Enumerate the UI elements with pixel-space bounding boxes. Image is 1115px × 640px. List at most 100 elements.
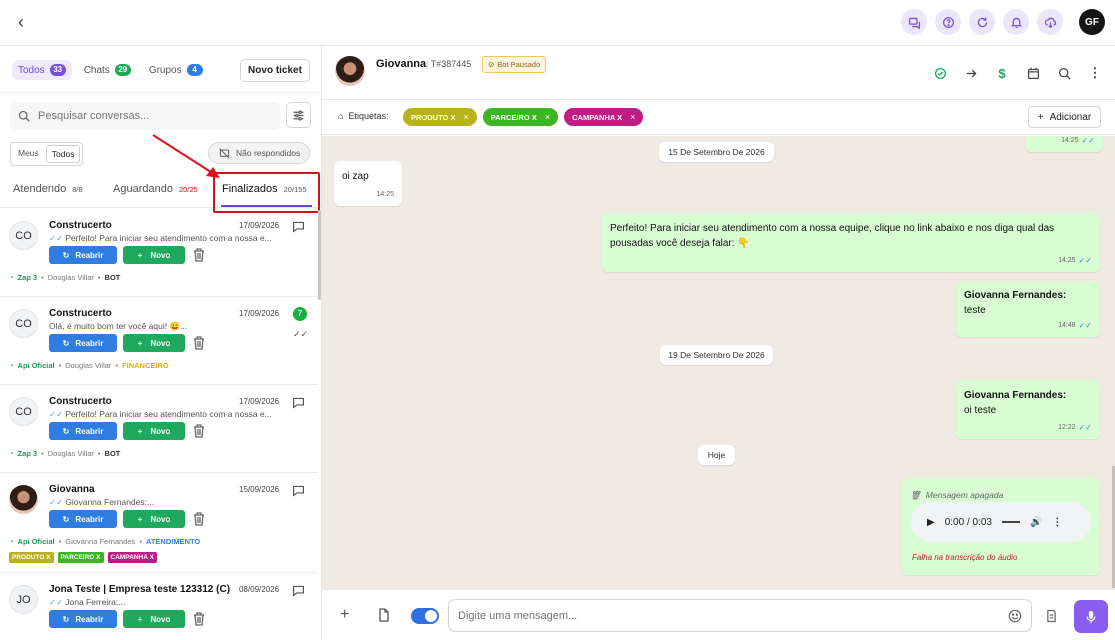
audio-progress[interactable] [1001, 521, 1020, 523]
contact-name[interactable]: Giovanna [376, 58, 426, 70]
filter-tab-chats[interactable]: Chats 29 [78, 60, 137, 80]
plus-icon[interactable]: + [340, 607, 349, 623]
list-item[interactable]: Giovanna 15/09/2026 ✓✓ Giovanna Fernandes… [0, 473, 318, 573]
signature-toggle[interactable] [411, 608, 439, 624]
refresh-icon[interactable] [969, 9, 995, 35]
new-button[interactable]: + Novo [123, 422, 185, 440]
tab-count: 20/25 [178, 184, 198, 194]
new-ticket-button[interactable]: Novo ticket [240, 59, 310, 82]
trash-icon[interactable] [193, 512, 205, 526]
seg-todos[interactable]: Todos [45, 145, 81, 163]
new-button[interactable]: + Novo [123, 610, 185, 628]
button-label: Reabrir [75, 250, 104, 260]
user-avatar[interactable]: GF [1079, 9, 1105, 35]
source-label: Zap 3 [17, 273, 38, 282]
whatsapp-icon: ◔ [9, 273, 14, 282]
dot: • [41, 273, 44, 282]
emoji-icon[interactable] [1008, 609, 1022, 623]
list-item[interactable]: JO Jona Teste | Empresa teste 123312 (C)… [0, 573, 318, 640]
bot-off-icon: ⊘ [488, 60, 495, 69]
play-icon[interactable]: ▶ [927, 515, 935, 530]
button-label: Reabrir [75, 426, 104, 436]
search-input[interactable] [38, 110, 268, 122]
tab-atendendo[interactable]: Atendendo 8/8 [13, 183, 83, 195]
labels-title: ⌂ Etiquetas: [338, 111, 388, 121]
reopen-button[interactable]: ↻ Reabrir [49, 422, 117, 440]
reopen-button[interactable]: ↻ Reabrir [49, 246, 117, 264]
check-circle-icon[interactable] [933, 66, 947, 80]
date-separator: Hoje [698, 445, 735, 465]
reopen-button[interactable]: ↻ Reabrir [49, 610, 117, 628]
calendar-icon[interactable] [1026, 66, 1040, 80]
bot-status-badge[interactable]: ⊘ Bot Pausado [482, 56, 547, 73]
item-date: 17/09/2026 [239, 397, 280, 406]
item-date: 17/09/2026 [239, 221, 280, 230]
more-vertical-icon[interactable]: ⋮ [1052, 515, 1062, 530]
list-item[interactable]: CO Construcerto 17/09/2026 7 ✓✓ Olá, é m… [0, 297, 318, 385]
chat-bubbles-icon[interactable] [901, 9, 927, 35]
reopen-button[interactable]: ↻ Reabrir [49, 334, 117, 352]
outgoing-message: Perfeito! Para iniciar seu atendimento c… [602, 213, 1100, 272]
list-scrollbar[interactable] [318, 210, 321, 300]
chat-bubble-icon[interactable] [292, 396, 305, 409]
filter-tab-todos[interactable]: Todos 33 [12, 60, 72, 80]
cloud-download-icon[interactable] [1037, 9, 1063, 35]
message-body: Giovanna Fernandes: teste [964, 288, 1066, 318]
time-text: 14:25 [1061, 137, 1079, 144]
header-actions: $ ⋮ [933, 65, 1102, 81]
search-icon[interactable] [1057, 66, 1071, 80]
label-chip[interactable]: PARCEIRO X × [482, 108, 559, 126]
trash-icon[interactable] [193, 424, 205, 438]
more-vertical-icon[interactable]: ⋮ [1088, 65, 1102, 80]
arrow-right-icon[interactable] [964, 66, 978, 80]
conversation-list-panel: Todos 33 Chats 29 Grupos 4 Novo ticket Meus… [0, 46, 322, 640]
outgoing-message: Giovanna Fernandes: teste 14:48 ✓✓ [956, 282, 1100, 337]
volume-icon[interactable]: 🔊 [1030, 515, 1042, 530]
double-check-icon: ✓✓ [293, 329, 309, 339]
new-button[interactable]: + Novo [123, 510, 185, 528]
list-item[interactable]: CO Construcerto 17/09/2026 ✓✓ Perfeito! P… [0, 385, 318, 473]
label-chip[interactable]: CAMPANHA X × [564, 108, 644, 126]
filter-tab-grupos[interactable]: Grupos 4 [143, 60, 209, 80]
outgoing-message: Giovanna Fernandes: oi teste 12:22 ✓✓ [956, 380, 1100, 439]
agent-label: Douglas Villar [47, 273, 94, 282]
contact-name: Construcerto [49, 308, 112, 319]
trash-icon[interactable] [193, 612, 205, 626]
close-icon[interactable]: × [463, 112, 468, 122]
list-item[interactable]: CO Construcerto 17/09/2026 ✓✓ Perfeito! P… [0, 209, 318, 297]
add-label-button[interactable]: + Adicionar [1028, 106, 1101, 128]
chat-bubble-icon[interactable] [292, 220, 305, 233]
unanswered-filter-button[interactable]: Não respondidos [208, 142, 310, 164]
message-preview: ✓✓ Perfeito! Para iniciar seu atendimento… [49, 233, 289, 244]
filter-settings-button[interactable] [286, 102, 311, 128]
incoming-message: oi zap 14:25 [334, 161, 402, 206]
bell-icon[interactable] [1003, 9, 1029, 35]
filter-label: Grupos [148, 64, 182, 76]
new-button[interactable]: + Novo [123, 246, 185, 264]
note-icon[interactable] [1046, 609, 1057, 623]
document-icon[interactable] [378, 608, 390, 622]
close-icon[interactable]: × [630, 112, 635, 122]
preview-text: Giovanna Fernandes:... [65, 497, 155, 507]
reopen-button[interactable]: ↻ Reabrir [49, 510, 117, 528]
message-input[interactable] [458, 609, 998, 622]
contact-avatar[interactable] [335, 56, 365, 86]
dollar-icon[interactable]: $ [995, 66, 1009, 81]
close-icon[interactable]: × [545, 112, 550, 122]
trash-icon[interactable] [193, 336, 205, 350]
trash-icon[interactable] [193, 248, 205, 262]
label-chip[interactable]: PRODUTO X × [403, 108, 477, 126]
audio-player: ▶ 0:00 / 0:03 🔊 ⋮ [911, 502, 1091, 542]
seg-meus[interactable]: Meus [13, 145, 44, 163]
microphone-button[interactable] [1074, 600, 1108, 633]
back-arrow-icon[interactable]: ‹ [18, 13, 36, 31]
new-button[interactable]: + Novo [123, 334, 185, 352]
chat-bubble-icon[interactable] [292, 584, 305, 597]
message-preview: Olá, é muito bom ter você aqui! 😀... [49, 321, 289, 332]
avatar: CO [9, 309, 38, 338]
chat-bubble-icon[interactable] [292, 484, 305, 497]
help-icon[interactable] [935, 9, 961, 35]
double-check-icon: ✓✓ [49, 233, 64, 243]
message-text: oi zap [342, 171, 369, 182]
tab-aguardando[interactable]: Aguardando 20/25 [113, 183, 198, 195]
